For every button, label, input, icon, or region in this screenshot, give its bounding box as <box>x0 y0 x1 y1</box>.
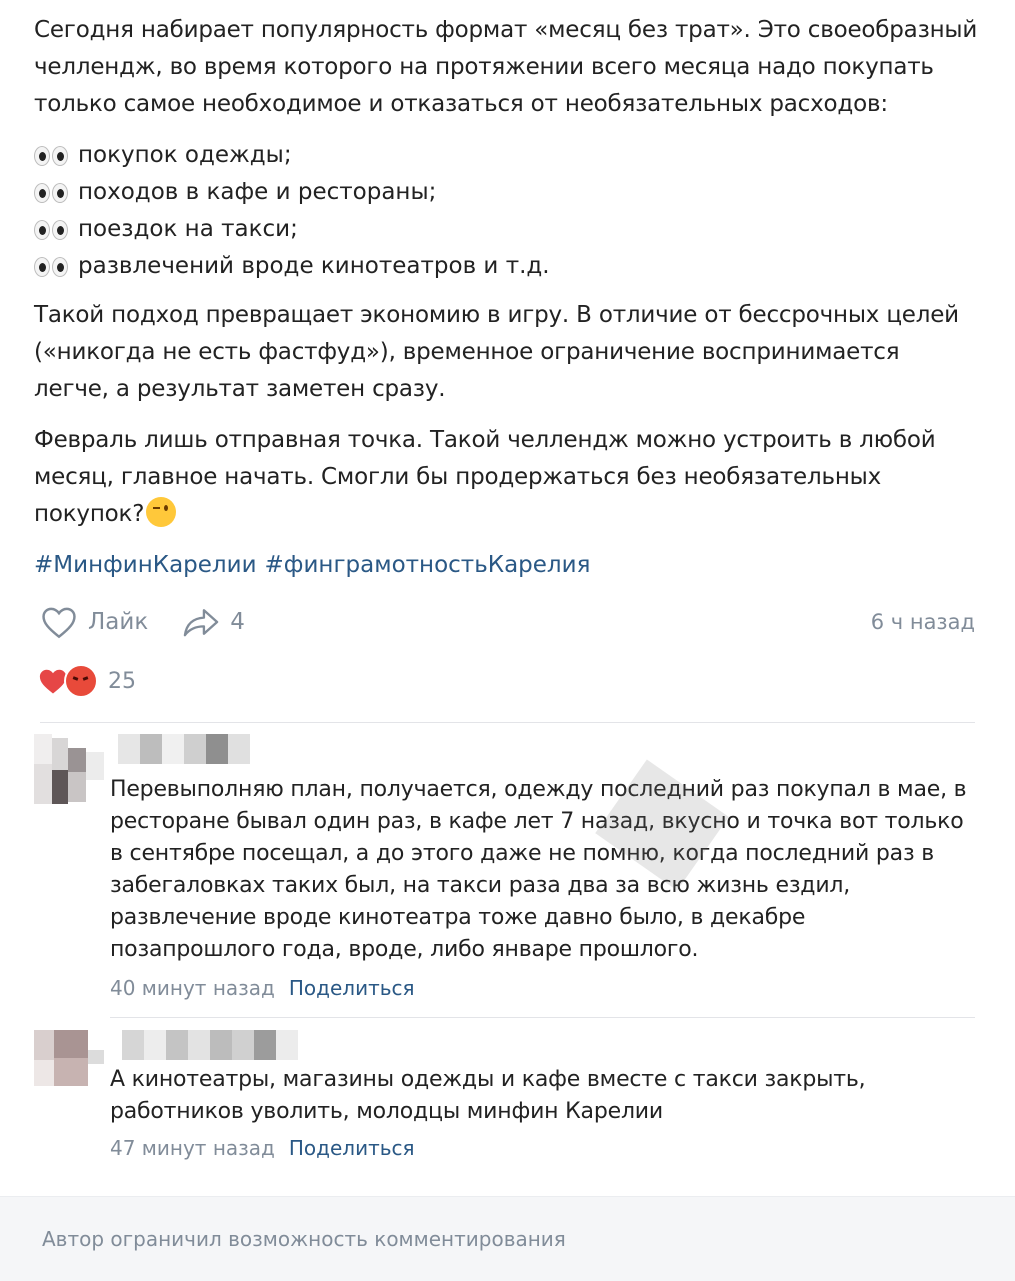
comment-text: А кинотеатры, магазины одежды и кафе вме… <box>110 1067 866 1124</box>
angry-reaction-icon <box>64 664 98 698</box>
hashtag-link[interactable]: #финграмотностьКарелия <box>265 552 591 578</box>
comments-disabled-notice: Автор ограничил возможность комментирова… <box>42 1227 566 1251</box>
heart-outline-icon <box>42 607 76 639</box>
comment-meta: 40 минут назад Поделиться <box>110 976 415 1000</box>
post-intro: Сегодня набирает популярность формат «ме… <box>34 17 978 117</box>
winking-face-emoji-icon <box>146 497 177 527</box>
post-list: покупок одежды; походов в кафе и рестора… <box>34 137 979 285</box>
list-item: развлечений вроде кинотеатров и т.д. <box>34 248 979 285</box>
divider <box>40 722 975 723</box>
reactions-summary[interactable]: 25 <box>38 664 136 698</box>
post-time: 6 ч назад <box>870 610 975 634</box>
author-name-redacted[interactable] <box>122 1030 298 1062</box>
like-label: Лайк <box>88 609 149 635</box>
share-arrow-icon <box>183 609 219 637</box>
comment-meta: 47 минут назад Поделиться <box>110 1136 415 1160</box>
post-paragraph-2: Такой подход превращает экономию в игру.… <box>34 302 959 402</box>
hashtag-link[interactable]: #МинфинКарелии <box>34 552 257 578</box>
comment-text: Перевыполняю план, получается, одежду по… <box>110 777 967 962</box>
list-item: покупок одежды; <box>34 137 979 174</box>
list-item: поездок на такси; <box>34 211 979 248</box>
share-link[interactable]: Поделиться <box>289 976 415 1000</box>
eyes-emoji-icon <box>34 219 68 240</box>
like-button[interactable]: Лайк <box>40 605 148 639</box>
eyes-emoji-icon <box>34 145 68 166</box>
comment: А кинотеатры, магазины одежды и кафе вме… <box>34 1030 974 1170</box>
author-name-redacted[interactable] <box>118 734 250 766</box>
hashtags: #МинфинКарелии #финграмотностьКарелия <box>34 547 979 584</box>
comment-time: 47 минут назад <box>110 1136 275 1160</box>
comment-time: 40 минут назад <box>110 976 275 1000</box>
list-item: походов в кафе и рестораны; <box>34 174 979 211</box>
share-count: 4 <box>230 609 245 635</box>
eyes-emoji-icon <box>34 256 68 277</box>
reactions-count: 25 <box>108 668 136 694</box>
share-button[interactable]: 4 <box>182 607 245 637</box>
comments-disabled-footer: Автор ограничил возможность комментирова… <box>0 1196 1015 1281</box>
post-actions: Лайк 4 6 ч назад <box>40 598 975 646</box>
divider <box>110 1017 975 1018</box>
avatar[interactable] <box>34 734 104 804</box>
share-link[interactable]: Поделиться <box>289 1136 415 1160</box>
post-paragraph-3: Февраль лишь отправная точка. Такой челл… <box>34 427 936 527</box>
avatar[interactable] <box>34 1030 104 1086</box>
post-body: Сегодня набирает популярность формат «ме… <box>34 12 979 584</box>
comment: Перевыполняю план, получается, одежду по… <box>34 734 974 1004</box>
eyes-emoji-icon <box>34 182 68 203</box>
